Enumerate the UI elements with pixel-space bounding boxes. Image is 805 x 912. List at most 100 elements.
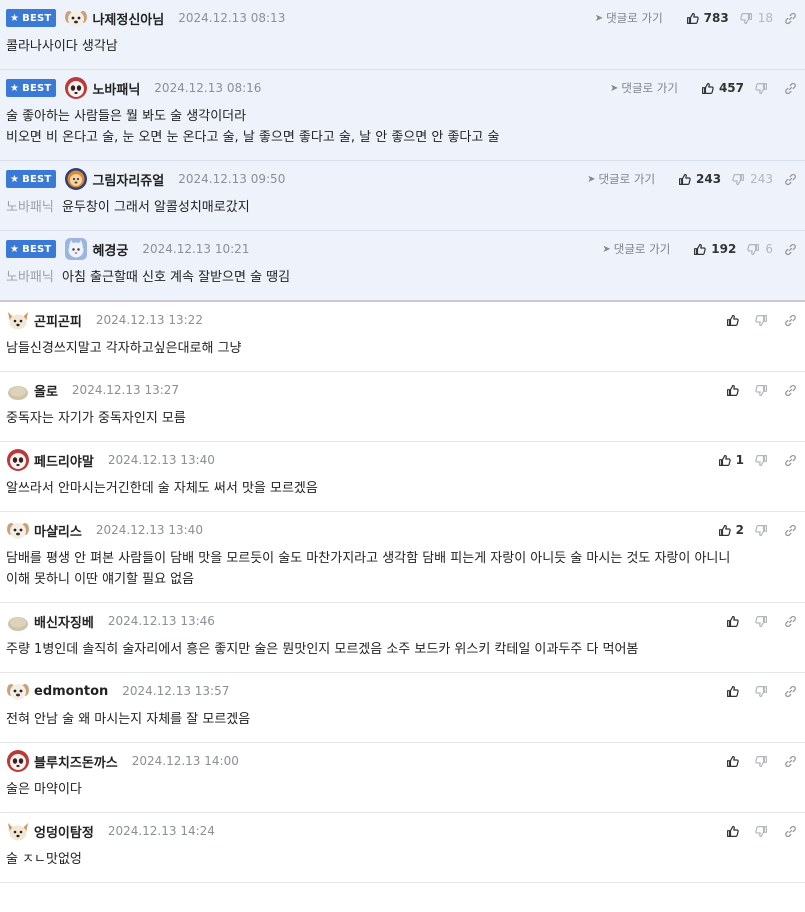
share-link-button[interactable]: [784, 755, 797, 768]
dislike-button[interactable]: [755, 755, 773, 768]
dislike-button[interactable]: [755, 384, 773, 397]
comment-actions: [715, 825, 797, 838]
like-button[interactable]: [726, 825, 744, 838]
like-count: 2: [735, 523, 744, 537]
like-button[interactable]: 783: [686, 11, 729, 25]
dislike-button[interactable]: [755, 82, 773, 95]
puppy-avatar[interactable]: [64, 6, 88, 30]
nickname[interactable]: edmonton: [34, 684, 108, 699]
share-link-button[interactable]: [784, 243, 797, 256]
dislike-button[interactable]: 243: [732, 172, 773, 186]
goto-comment-link[interactable]: ➤ 댓글로 가기: [610, 80, 678, 96]
share-link-button[interactable]: [784, 615, 797, 628]
like-button[interactable]: [726, 615, 744, 628]
nickname[interactable]: 블루치즈돈까스: [34, 752, 118, 771]
dislike-button[interactable]: [755, 685, 773, 698]
goto-comment-link[interactable]: ➤ 댓글로 가기: [587, 171, 655, 187]
comment-header: 곤피곤피 2024.12.13 13:22: [6, 310, 799, 330]
dislike-count: 18: [757, 11, 773, 25]
dislike-button[interactable]: [755, 454, 773, 467]
nickname[interactable]: 나제정신아님: [92, 9, 164, 28]
comment-body: 남들신경쓰지말고 각자하고싶은대로해 그냥: [6, 330, 799, 371]
dislike-button[interactable]: [755, 615, 773, 628]
share-link-button[interactable]: [784, 173, 797, 186]
thumbs-up-icon: [718, 524, 731, 537]
comment-date: 2024.12.13 13:27: [71, 383, 180, 397]
nickname[interactable]: 올로: [34, 381, 58, 400]
rock-avatar[interactable]: [6, 609, 30, 633]
share-link-button[interactable]: [784, 825, 797, 838]
like-button[interactable]: 243: [678, 172, 721, 186]
share-link-button[interactable]: [784, 82, 797, 95]
nickname[interactable]: 엉덩이탐정: [34, 822, 94, 841]
fox-avatar[interactable]: [6, 308, 30, 332]
nickname[interactable]: 노바패닉: [92, 79, 140, 98]
nickname[interactable]: 혜경궁: [92, 240, 128, 259]
best-badge-label: BEST: [22, 173, 52, 185]
thumbs-up-icon: [726, 825, 739, 838]
nickname[interactable]: 마샬리스: [34, 521, 82, 540]
panda-avatar[interactable]: [6, 749, 30, 773]
like-button[interactable]: 1: [718, 453, 744, 467]
comment-header: edmonton 2024.12.13 13:57: [6, 681, 799, 701]
dislike-count: 243: [750, 172, 773, 186]
puppy-avatar[interactable]: [6, 518, 30, 542]
best-badge: ★ BEST: [6, 9, 57, 27]
comment-header: 블루치즈돈까스 2024.12.13 14:00: [6, 749, 799, 773]
nickname[interactable]: 배신자징베: [34, 612, 94, 631]
nickname[interactable]: 그림자리쥬얼: [92, 170, 164, 189]
nickname[interactable]: 페드리야말: [34, 451, 94, 470]
comment-date: 2024.12.13 13:40: [95, 523, 203, 537]
thumbs-down-icon: [755, 685, 768, 698]
comment-header: 마샬리스 2024.12.13 13:40 2: [6, 520, 799, 540]
share-link-button[interactable]: [784, 685, 797, 698]
goto-comment-link[interactable]: ➤ 댓글로 가기: [595, 10, 663, 26]
star-icon: ★: [10, 82, 20, 94]
dislike-button[interactable]: [755, 524, 773, 537]
panda-avatar[interactable]: [64, 76, 88, 100]
lion-avatar[interactable]: [64, 167, 88, 191]
puppy-avatar[interactable]: [6, 679, 30, 703]
reply-target-nickname[interactable]: 노바패닉: [6, 270, 54, 285]
comment-date: 2024.12.13 10:21: [142, 242, 250, 256]
comment-body: 주량 1병인데 솔직히 술자리에서 흥은 좋지만 술은 뭔맛인지 모르겠음 소주…: [6, 631, 799, 672]
share-link-button[interactable]: [784, 524, 797, 537]
link-icon: [784, 685, 797, 698]
link-icon: [784, 12, 797, 25]
dislike-button[interactable]: [755, 314, 773, 327]
like-button[interactable]: 2: [718, 523, 744, 537]
cat-avatar[interactable]: [64, 237, 88, 261]
comment-item: 마샬리스 2024.12.13 13:40 2 담배를 평생 안 펴본 사람들이…: [0, 512, 805, 603]
rock-avatar[interactable]: [6, 378, 30, 402]
comment-item: ★ BEST 노바패닉 2024.12.13 08:16 ➤ 댓글로 가기 457: [0, 70, 805, 161]
dislike-button[interactable]: [755, 825, 773, 838]
fox-avatar[interactable]: [6, 819, 30, 843]
nickname[interactable]: 곤피곤피: [34, 311, 82, 330]
like-button[interactable]: 457: [701, 81, 744, 95]
comment-text-line: 이해 못하니 이딴 얘기할 필요 없음: [6, 572, 195, 587]
panda-avatar[interactable]: [6, 448, 30, 472]
best-badge-label: BEST: [22, 12, 52, 24]
dislike-button[interactable]: 18: [739, 11, 773, 25]
thumbs-down-icon: [755, 384, 768, 397]
share-link-button[interactable]: [784, 454, 797, 467]
dislike-button[interactable]: 6: [747, 242, 773, 256]
comment-actions: [715, 685, 797, 698]
like-button[interactable]: [726, 384, 744, 397]
comment-text-line: 전혀 안남 술 왜 마시는지 자체를 잘 모르겠음: [6, 712, 251, 727]
comment-body: 담배를 평생 안 펴본 사람들이 담배 맛을 모르듯이 술도 마찬가지라고 생각…: [6, 540, 799, 602]
share-link-button[interactable]: [784, 314, 797, 327]
comment-header: ★ BEST 나제정신아님 2024.12.13 08:13 ➤ 댓글로 가기 78…: [6, 8, 799, 28]
like-button[interactable]: [726, 314, 744, 327]
reply-target-nickname[interactable]: 노바패닉: [6, 200, 54, 215]
comment-text-line: 윤두창이 그래서 알콜성치매로갔지: [61, 200, 250, 215]
goto-comment-link[interactable]: ➤ 댓글로 가기: [602, 241, 670, 257]
comment-body: 노바패닉 아침 출근할때 신호 계속 잘받으면 술 땡김: [6, 259, 799, 300]
like-button[interactable]: 192: [693, 242, 736, 256]
like-button[interactable]: [726, 685, 744, 698]
like-button[interactable]: [726, 755, 744, 768]
share-link-button[interactable]: [784, 384, 797, 397]
share-link-button[interactable]: [784, 12, 797, 25]
link-icon: [784, 384, 797, 397]
comment-body: 노바패닉 윤두창이 그래서 알콜성치매로갔지: [6, 189, 799, 230]
